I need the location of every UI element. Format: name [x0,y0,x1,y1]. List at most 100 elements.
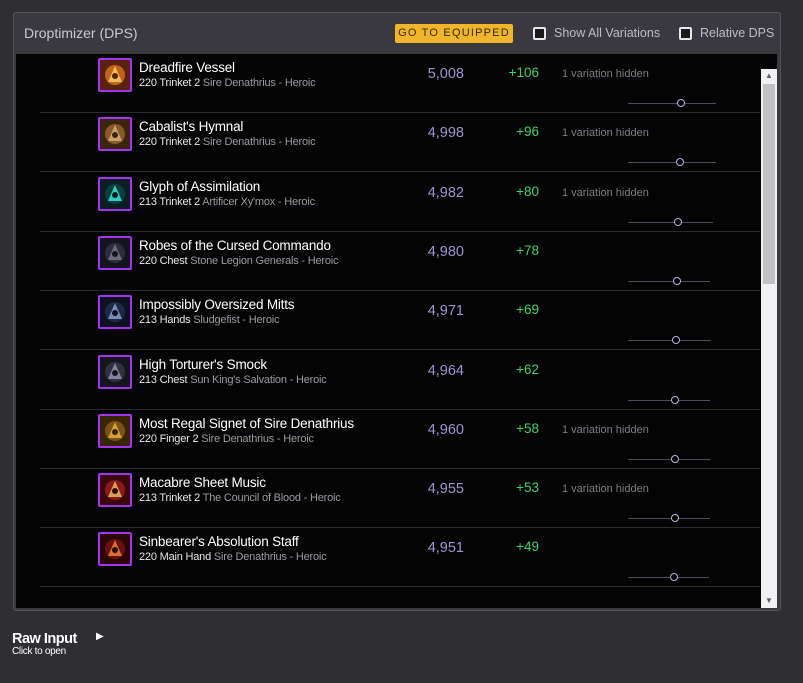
item-name[interactable]: Dreadfire Vessel [139,60,235,75]
dps-range-line [628,103,716,104]
item-name[interactable]: High Torturer's Smock [139,357,267,372]
dps-value: 4,955 [427,481,464,497]
row-divider [40,586,760,587]
item-meta: 213 Chest Sun King's Salvation - Heroic [139,374,327,386]
item-meta: 220 Trinket 2 Sire Denathrius - Heroic [139,136,316,148]
list-item[interactable]: Glyph of Assimilation 213 Trinket 2 Artif… [16,173,760,232]
list-item[interactable]: Most Regal Signet of Sire Denathrius 220 … [16,410,760,469]
results-list[interactable]: Dreadfire Vessel 220 Trinket 2 Sire Denat… [16,54,777,608]
item-level-slot: 220 Finger 2 [139,433,199,445]
item-source: Sire Denathrius - Heroic [202,77,316,89]
dps-range-line [628,222,713,223]
dps-delta: +53 [516,480,539,495]
item-name[interactable]: Robes of the Cursed Commando [139,238,331,253]
variation-hidden-note[interactable]: 1 variation hidden [562,187,649,199]
dps-range-marker [673,277,681,285]
dps-value: 4,964 [427,363,464,379]
item-source: Sire Denathrius - Heroic [201,433,314,445]
expand-arrow-icon[interactable]: ▶ [96,631,104,642]
item-name[interactable]: Most Regal Signet of Sire Denathrius [139,416,354,431]
item-meta: 220 Finger 2 Sire Denathrius - Heroic [139,433,314,445]
item-name[interactable]: Impossibly Oversized Mitts [139,297,295,312]
show-all-variations-label: Show All Variations [554,26,661,40]
raw-input-subtitle: Click to open [12,646,66,657]
list-item[interactable]: Macabre Sheet Music 213 Trinket 2 The Cou… [16,469,760,528]
scroll-up-arrow-icon[interactable]: ▲ [761,69,777,83]
list-item[interactable]: Cabalist's Hymnal 220 Trinket 2 Sire Dena… [16,113,760,172]
glyph-of-assimilation-icon [98,177,132,211]
item-source: Sun King's Salvation - Heroic [190,374,327,386]
dps-range-line [628,340,711,341]
item-source: Sire Denathrius - Heroic [213,551,327,563]
variation-hidden-note[interactable]: 1 variation hidden [562,483,649,495]
item-name[interactable]: Glyph of Assimilation [139,179,260,194]
vertical-scrollbar[interactable]: ▲ ▼ [761,69,777,608]
dps-delta: +58 [516,421,539,436]
item-level-slot: 220 Trinket 2 [139,77,200,89]
dps-value: 4,982 [427,185,464,201]
item-name[interactable]: Sinbearer's Absolution Staff [139,534,299,549]
item-name[interactable]: Macabre Sheet Music [139,475,266,490]
signet-icon [98,414,132,448]
dps-range-marker [676,158,684,166]
variation-hidden-note[interactable]: 1 variation hidden [562,424,649,436]
dps-value: 4,971 [427,303,464,319]
dps-delta: +80 [516,184,539,199]
dps-value: 4,998 [427,125,464,141]
item-level-slot: 213 Trinket 2 [139,196,200,208]
item-source: Stone Legion Generals - Heroic [190,255,339,267]
staff-icon [98,532,132,566]
robes-icon [98,236,132,270]
item-meta: 220 Trinket 2 Sire Denathrius - Heroic [139,77,316,89]
item-meta: 213 Trinket 2 The Council of Blood - Her… [139,492,341,504]
scroll-down-arrow-icon[interactable]: ▼ [761,594,777,608]
dps-range-marker [672,336,680,344]
dps-range-marker [671,455,679,463]
dps-delta: +69 [516,302,539,317]
show-all-variations-checkbox[interactable]: Show All Variations [533,25,660,41]
dps-range-marker [677,99,685,107]
item-meta: 220 Main Hand Sire Denathrius - Heroic [139,551,327,563]
item-source: Artificer Xy'mox - Heroic [202,196,315,208]
dps-delta: +96 [516,124,539,139]
item-source: Sludgefist - Heroic [193,314,280,326]
dps-value: 4,960 [427,422,464,438]
panel-title: Droptimizer (DPS) [24,25,138,41]
checkbox-icon[interactable] [533,26,546,40]
raw-input-toggle[interactable]: Raw Input ▶ Click to open [12,630,104,657]
item-meta: 213 Hands Sludgefist - Heroic [139,314,280,326]
dps-range-line [628,577,709,578]
item-name[interactable]: Cabalist's Hymnal [139,119,243,134]
scroll-thumb[interactable] [763,84,775,284]
checkbox-icon[interactable] [679,26,692,40]
panel-header: Droptimizer (DPS) GO TO EQUIPPED Show Al… [14,13,780,53]
dps-range-line [628,459,710,460]
dps-delta: +106 [508,65,539,80]
list-item[interactable]: High Torturer's Smock 213 Chest Sun King'… [16,351,760,410]
variation-hidden-note[interactable]: 1 variation hidden [562,68,649,80]
raw-input-title[interactable]: Raw Input [12,631,77,647]
mitts-icon [98,295,132,329]
dps-range-line [628,162,716,163]
dps-range-marker [670,573,678,581]
dps-delta: +62 [516,362,539,377]
go-to-equipped-button[interactable]: GO TO EQUIPPED [395,24,513,43]
list-item[interactable]: Dreadfire Vessel 220 Trinket 2 Sire Denat… [16,54,760,113]
item-level-slot: 220 Main Hand [139,551,212,563]
dreadfire-vessel-icon [98,58,132,92]
relative-dps-label: Relative DPS [700,26,775,40]
dps-range-marker [671,396,679,404]
dps-value: 5,008 [427,66,464,82]
smock-icon [98,355,132,389]
list-item[interactable]: Robes of the Cursed Commando 220 Chest St… [16,232,760,291]
list-item[interactable]: Sinbearer's Absolution Staff 220 Main Han… [16,528,760,587]
list-item[interactable]: Impossibly Oversized Mitts 213 Hands Slud… [16,291,760,350]
dps-value: 4,980 [427,244,464,260]
dps-delta: +49 [516,539,539,554]
row-divider [40,171,760,172]
variation-hidden-note[interactable]: 1 variation hidden [562,127,649,139]
dps-range-line [628,518,710,519]
relative-dps-checkbox[interactable]: Relative DPS [679,25,774,41]
item-meta: 213 Trinket 2 Artificer Xy'mox - Heroic [139,196,315,208]
item-level-slot: 213 Hands [139,314,191,326]
